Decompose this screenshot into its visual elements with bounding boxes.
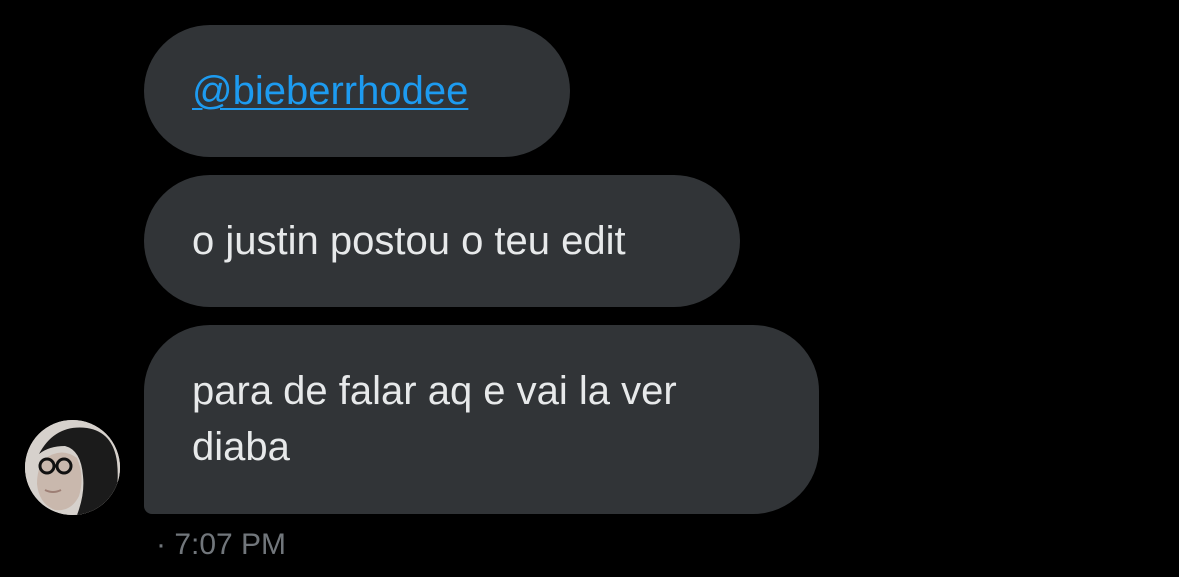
message-timestamp: · 7:07 PM (156, 528, 287, 561)
message-bubble[interactable]: para de falar aq e vai la ver diaba (144, 325, 819, 514)
message-bubble[interactable]: o justin postou o teu edit (144, 175, 740, 307)
message-bubble-mention[interactable]: @bieberrhodee (144, 25, 570, 157)
avatar[interactable] (25, 420, 120, 515)
message-text: para de falar aq e vai la ver diaba (192, 369, 677, 469)
message-text: o justin postou o teu edit (192, 219, 626, 263)
avatar-image (25, 420, 120, 515)
mention-link[interactable]: @bieberrhodee (192, 63, 468, 119)
